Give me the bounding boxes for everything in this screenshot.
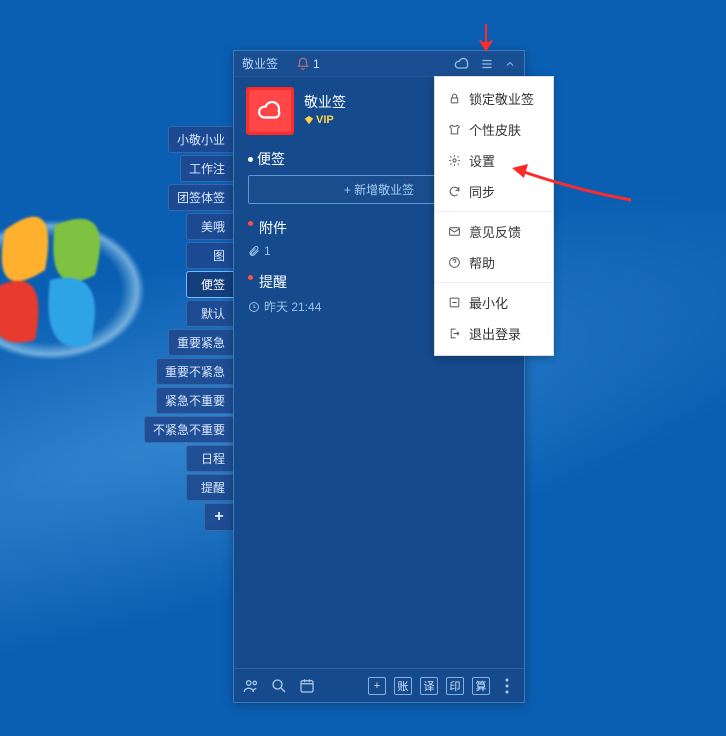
menu-skin[interactable]: 个性皮肤 (435, 114, 553, 145)
side-tab-active[interactable]: 便签 (186, 271, 234, 298)
menu-settings[interactable]: 设置 (435, 145, 553, 176)
menu-minimize[interactable]: 最小化 (435, 287, 553, 318)
attachments-title: 附件 (259, 218, 287, 238)
help-icon (447, 256, 461, 270)
cloud-icon[interactable] (454, 56, 470, 72)
side-tab[interactable]: 重要紧急 (168, 329, 234, 356)
bottom-translate-button[interactable]: 译 (420, 677, 438, 695)
menu-lock[interactable]: 锁定敬业签 (435, 83, 553, 114)
side-tab-add[interactable]: + (204, 503, 234, 531)
bottom-bar: + 账 译 印 算 (234, 668, 524, 702)
titlebar: 敬业签 1 (234, 51, 524, 77)
paperclip-icon (248, 245, 260, 257)
menu-popup: 锁定敬业签 个性皮肤 设置 同步 意见反馈 帮助 最小化 退出登录 (434, 76, 554, 356)
bottom-calc-button[interactable]: 算 (472, 677, 490, 695)
menu-icon[interactable] (480, 57, 494, 71)
contacts-icon[interactable] (242, 677, 260, 695)
sidebar-tabs: 小敬小业 工作注 团签体签 美哦 图 便签 默认 重要紧急 重要不紧急 紧急不重… (156, 126, 234, 531)
lock-icon (447, 92, 461, 106)
side-tab[interactable]: 不紧急不重要 (144, 416, 234, 443)
bell-icon[interactable] (296, 57, 310, 71)
clock-icon (248, 301, 260, 313)
side-tab[interactable]: 团签体签 (168, 184, 234, 211)
username: 敬业签 (304, 92, 346, 112)
shirt-icon (447, 123, 461, 137)
side-tab[interactable]: 小敬小业 (168, 126, 234, 153)
reminder-time: 昨天 21:44 (264, 298, 321, 315)
search-icon[interactable] (270, 677, 288, 695)
side-tab[interactable]: 工作注 (180, 155, 234, 182)
menu-help[interactable]: 帮助 (435, 247, 553, 278)
minimize-icon (447, 296, 461, 310)
mail-icon (447, 225, 461, 239)
logout-icon (447, 327, 461, 341)
bottom-add-button[interactable]: + (368, 677, 386, 695)
side-tab[interactable]: 美哦 (186, 213, 234, 240)
side-tab[interactable]: 日程 (186, 445, 234, 472)
reminder-title: 提醒 (259, 272, 287, 292)
menu-feedback[interactable]: 意见反馈 (435, 216, 553, 247)
app-title: 敬业签 (242, 55, 278, 72)
side-tab[interactable]: 默认 (186, 300, 234, 327)
menu-logout[interactable]: 退出登录 (435, 318, 553, 349)
more-icon[interactable] (498, 677, 516, 695)
menu-separator (435, 282, 553, 283)
calendar-icon[interactable] (298, 677, 316, 695)
attachments-count: 1 (264, 244, 271, 258)
vip-badge: VIP (304, 114, 334, 126)
side-tab[interactable]: 提醒 (186, 474, 234, 501)
side-tab[interactable]: 重要不紧急 (156, 358, 234, 385)
side-tab[interactable]: 图 (186, 242, 234, 269)
avatar[interactable] (246, 87, 294, 135)
menu-separator (435, 211, 553, 212)
gear-icon (447, 154, 461, 168)
chevron-down-icon[interactable] (504, 58, 516, 70)
bottom-print-button[interactable]: 印 (446, 677, 464, 695)
sync-icon (447, 185, 461, 199)
bell-count: 1 (313, 57, 320, 71)
vip-diamond-icon (304, 115, 314, 125)
menu-sync[interactable]: 同步 (435, 176, 553, 207)
side-tab[interactable]: 紧急不重要 (156, 387, 234, 414)
bottom-account-button[interactable]: 账 (394, 677, 412, 695)
notes-title: 便签 (257, 149, 285, 169)
